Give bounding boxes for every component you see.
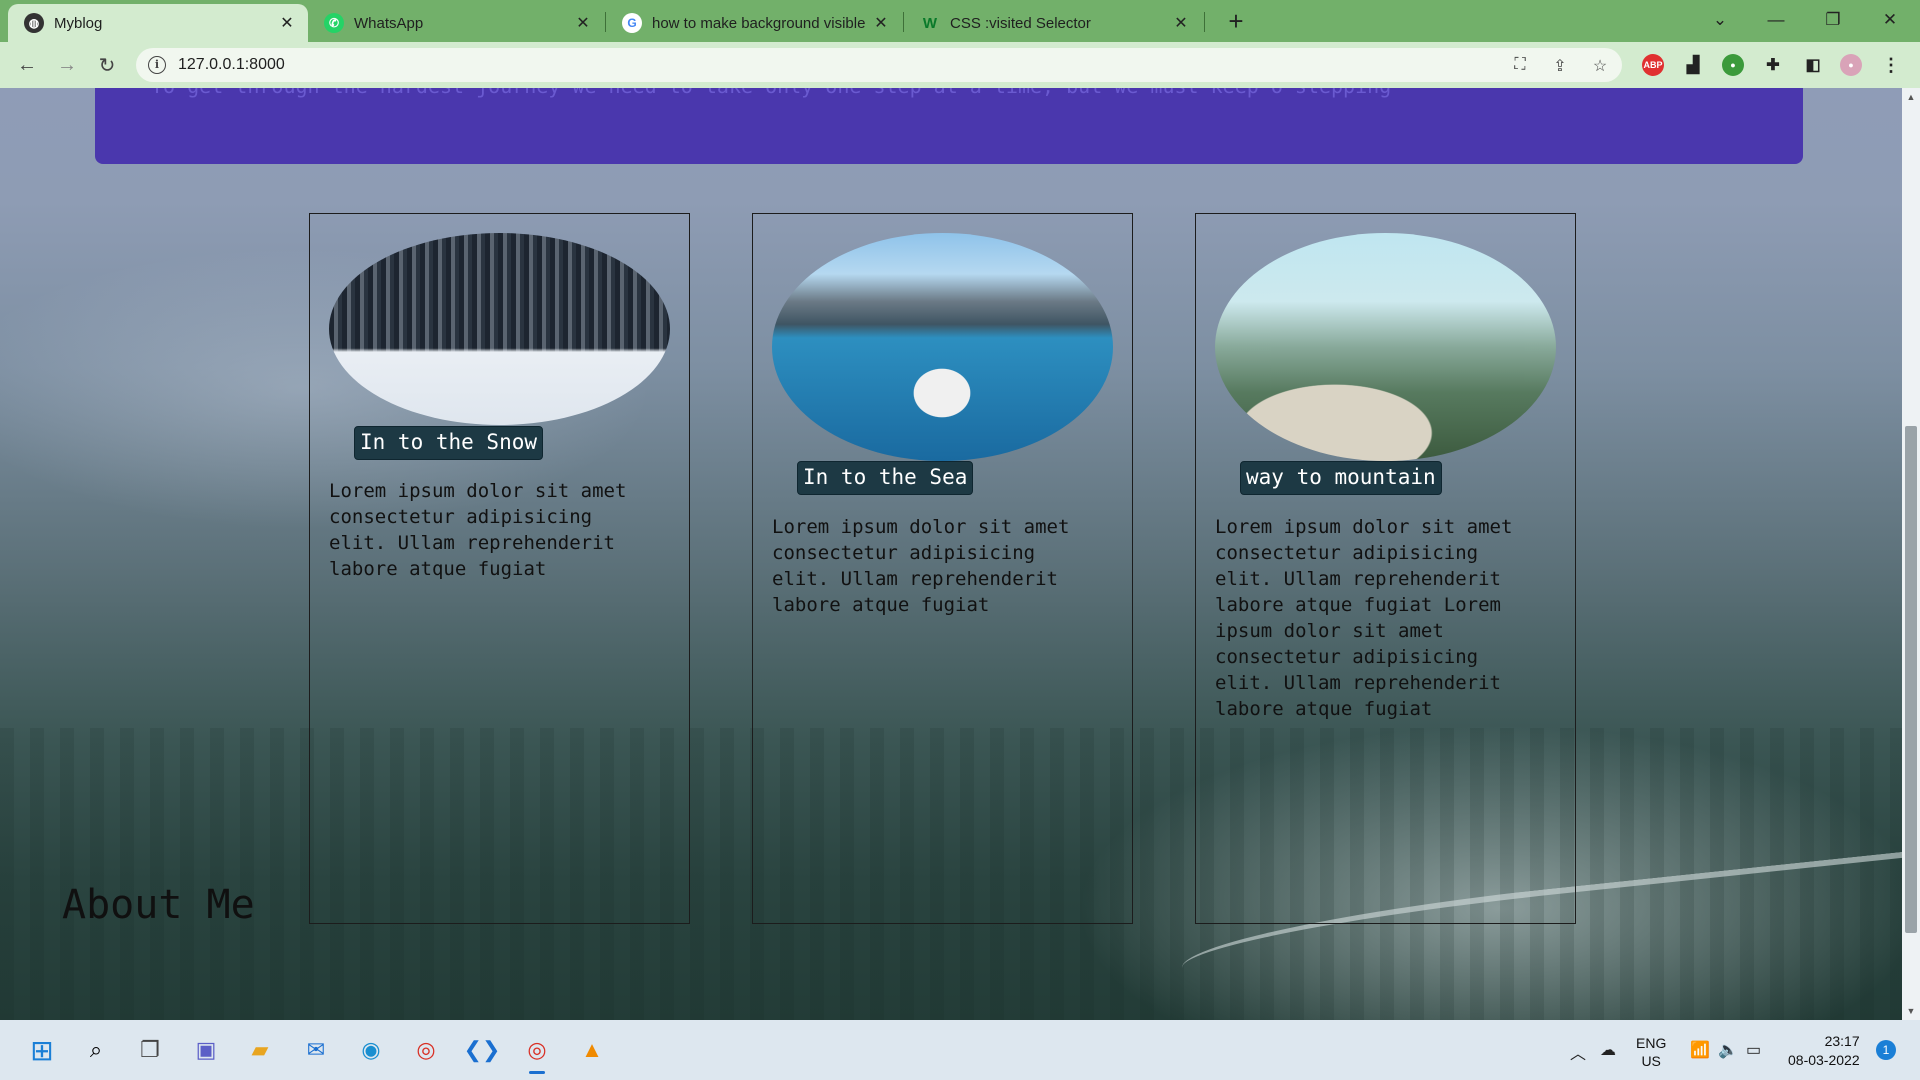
battery-icon[interactable]: ▭: [1746, 1040, 1761, 1060]
card-description: Lorem ipsum dolor sit amet consectetur a…: [772, 516, 1070, 616]
tab-strip: ◍ Myblog ✕ ✆ WhatsApp ✕ G how to make ba…: [0, 0, 1920, 42]
tab-title: CSS :visited Selector: [950, 14, 1091, 32]
bookmark-star-icon[interactable]: ☆: [1590, 56, 1610, 76]
url-text: 127.0.0.1:8000: [178, 56, 285, 73]
browser-toolbar: ← → ↻ i 127.0.0.1:8000 ⛶ ⇪ ☆ ABP ▟ ● ✚ ◧…: [0, 42, 1920, 88]
tab-title: Myblog: [54, 14, 103, 32]
clock-date: 08-03-2022: [1788, 1052, 1860, 1068]
sea-image: [772, 233, 1113, 461]
tab-css-visited[interactable]: W CSS :visited Selector ✕: [904, 4, 1202, 42]
snow-image: [329, 233, 670, 425]
mountain-image: [1215, 233, 1556, 461]
analytics-extension-icon[interactable]: ▟: [1682, 54, 1704, 76]
tab-myblog[interactable]: ◍ Myblog ✕: [8, 4, 308, 42]
card-description: Lorem ipsum dolor sit amet consectetur a…: [1215, 516, 1513, 720]
quote-banner: To get through the hardest journey we ne…: [95, 88, 1803, 164]
blog-card-mountain: way to mountain Lorem ipsum dolor sit am…: [1195, 213, 1576, 924]
side-panel-icon[interactable]: ◧: [1802, 54, 1824, 76]
new-tab-button[interactable]: +: [1222, 8, 1250, 36]
vscode-icon[interactable]: ❮❯: [462, 1030, 502, 1070]
teams-chat-icon[interactable]: ▣: [186, 1030, 226, 1070]
scrollbar-thumb[interactable]: [1905, 426, 1917, 933]
quote-text: To get through the hardest journey we ne…: [151, 88, 1391, 98]
globe-icon: ◍: [24, 13, 44, 33]
page-scrollbar[interactable]: ▲ ▼: [1902, 88, 1920, 1020]
site-info-icon[interactable]: i: [148, 56, 166, 74]
onedrive-icon[interactable]: ☁: [1600, 1040, 1616, 1060]
file-explorer-icon[interactable]: ▰: [240, 1030, 280, 1070]
about-heading: About Me: [62, 882, 255, 928]
vlc-icon[interactable]: ▲: [572, 1030, 612, 1070]
translate-icon[interactable]: ⛶: [1510, 56, 1530, 76]
edge-icon[interactable]: ◉: [351, 1030, 391, 1070]
clock[interactable]: 23:17 08-03-2022: [1788, 1032, 1860, 1070]
tab-title: how to make background visible: [652, 14, 866, 32]
scroll-down-icon[interactable]: ▼: [1902, 1002, 1920, 1020]
close-icon[interactable]: ✕: [870, 12, 892, 34]
tab-search-icon[interactable]: ⌄: [1700, 4, 1740, 36]
tray-overflow-icon[interactable]: ︿: [1570, 1040, 1586, 1064]
windows-taskbar: ⊞ ⌕ ❐ ▣ ▰ ✉ ◉ ◎ ❮❯ ◎ ▲ ︿ ☁ ENG US 📶 🔈 ▭ …: [0, 1020, 1920, 1080]
language-code: ENG: [1636, 1035, 1667, 1051]
tab-separator: [1204, 12, 1205, 32]
close-window-button[interactable]: ✕: [1870, 4, 1910, 36]
volume-icon[interactable]: 🔈: [1718, 1040, 1738, 1060]
chrome-icon[interactable]: ◎: [406, 1030, 446, 1070]
address-bar[interactable]: i 127.0.0.1:8000 ⛶ ⇪ ☆: [136, 48, 1622, 82]
extensions-puzzle-icon[interactable]: ✚: [1762, 54, 1784, 76]
chrome-active-icon[interactable]: ◎: [517, 1030, 557, 1074]
language-indicator[interactable]: ENG US: [1636, 1034, 1666, 1070]
blog-card-sea: In to the Sea Lorem ipsum dolor sit amet…: [752, 213, 1133, 924]
vpn-extension-icon[interactable]: ●: [1722, 54, 1744, 76]
mail-icon[interactable]: ✉: [296, 1030, 336, 1070]
wifi-icon[interactable]: 📶: [1690, 1040, 1710, 1060]
profile-avatar[interactable]: ●: [1840, 54, 1862, 76]
forward-button[interactable]: →: [52, 50, 82, 80]
tab-title: WhatsApp: [354, 14, 424, 32]
tab-google-search[interactable]: G how to make background visible ✕: [606, 4, 902, 42]
adblock-icon[interactable]: ABP: [1642, 54, 1664, 76]
close-icon[interactable]: ✕: [276, 12, 298, 34]
whatsapp-icon: ✆: [324, 13, 344, 33]
tab-whatsapp[interactable]: ✆ WhatsApp ✕: [308, 4, 604, 42]
google-icon: G: [622, 13, 642, 33]
windows-start-icon[interactable]: ⊞: [22, 1030, 62, 1070]
card-title-button[interactable]: way to mountain: [1240, 461, 1442, 495]
minimize-button[interactable]: —: [1756, 4, 1796, 36]
close-icon[interactable]: ✕: [1170, 12, 1192, 34]
w3schools-icon: W: [922, 14, 938, 32]
notification-badge[interactable]: 1: [1876, 1040, 1896, 1060]
reload-button[interactable]: ↻: [92, 50, 122, 80]
clock-time: 23:17: [1824, 1033, 1860, 1049]
card-title-button[interactable]: In to the Snow: [354, 426, 544, 460]
card-description: Lorem ipsum dolor sit amet consectetur a…: [329, 480, 627, 580]
card-title-button[interactable]: In to the Sea: [797, 461, 974, 495]
menu-kebab-icon[interactable]: ⋮: [1880, 54, 1902, 76]
scroll-up-icon[interactable]: ▲: [1902, 88, 1920, 106]
page-viewport: To get through the hardest journey we ne…: [0, 88, 1902, 1020]
back-button[interactable]: ←: [12, 50, 42, 80]
restore-button[interactable]: ❐: [1813, 4, 1853, 36]
blog-card-snow: In to the Snow Lorem ipsum dolor sit ame…: [309, 213, 690, 924]
share-icon[interactable]: ⇪: [1550, 56, 1570, 76]
search-icon[interactable]: ⌕: [76, 1030, 116, 1070]
close-icon[interactable]: ✕: [572, 12, 594, 34]
task-view-icon[interactable]: ❐: [130, 1030, 170, 1070]
region-code: US: [1641, 1053, 1661, 1069]
